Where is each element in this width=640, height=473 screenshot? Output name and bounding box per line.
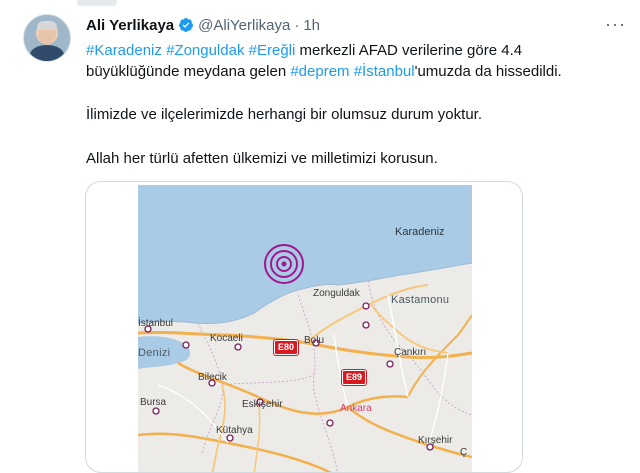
map-label-kirsehir: Kırşehir xyxy=(418,435,453,446)
separator-dot: · xyxy=(294,16,300,34)
hashtag-eregli[interactable]: #Ereğli xyxy=(249,42,296,59)
hashtag-zonguldak[interactable]: #Zonguldak xyxy=(166,42,244,59)
tweet-text-segment: merkezli AFAD verilerine göre 4.4 xyxy=(295,42,523,59)
tweet-header: Ali Yerlikaya @AliYerlikaya · 1h xyxy=(86,14,320,36)
verified-badge-icon xyxy=(179,18,194,32)
hashtag-istanbul[interactable]: #İstanbul xyxy=(354,63,415,80)
author-handle[interactable]: @AliYerlikaya xyxy=(198,17,290,34)
map-label-eskisehir: Eskişehir xyxy=(242,399,283,410)
road-shield-e89: E89 xyxy=(342,370,367,385)
author-name[interactable]: Ali Yerlikaya xyxy=(86,17,174,34)
map-label-cankiri: Çankırı xyxy=(394,347,427,358)
tweet-text-segment: büyüklüğünde meydana gelen xyxy=(86,63,291,80)
map-label-partial: Ç xyxy=(460,447,468,458)
map-label-kocaeli: Kocaeli xyxy=(210,333,243,344)
map-label-bilecik: Bilecik xyxy=(198,372,227,383)
hashtag-karadeniz[interactable]: #Karadeniz xyxy=(86,42,162,59)
avatar-shirt xyxy=(30,45,64,61)
tweet-line-4: Allah her türlü afetten ülkemizi ve mill… xyxy=(86,150,438,167)
map-label-kastamonu: Kastamonu xyxy=(391,294,450,306)
avatar-hair xyxy=(37,21,57,30)
tweet-line-1: #Karadeniz #Zonguldak #Ereğli merkezli A… xyxy=(86,40,616,61)
map-label-kutahya: Kütahya xyxy=(216,425,253,436)
map-label-bursa: Bursa xyxy=(140,397,167,408)
road-shield-e80: E80 xyxy=(274,340,299,355)
earthquake-map-image[interactable]: Karadeniz Zonguldak Kastamonu İstanbul K… xyxy=(138,185,472,472)
avatar[interactable] xyxy=(23,14,71,62)
tweet-line-2: büyüklüğünde meydana gelen #deprem #İsta… xyxy=(86,61,616,82)
more-options-icon[interactable]: ··· xyxy=(605,14,626,35)
map-label-karadeniz: Karadeniz xyxy=(395,226,445,238)
hashtag-deprem[interactable]: #deprem xyxy=(290,63,349,80)
media-card[interactable]: Karadeniz Zonguldak Kastamonu İstanbul K… xyxy=(85,181,523,473)
tweet-line-3: İlimizde ve ilçelerimizde herhangi bir o… xyxy=(86,106,482,123)
top-tab-indicator xyxy=(77,0,117,6)
map-label-denizi: Denizi xyxy=(138,347,171,359)
map-label-ankara: Ankara xyxy=(340,403,372,414)
map-label-istanbul: İstanbul xyxy=(138,318,174,329)
tweet-text-segment: 'umuzda da hissedildi. xyxy=(414,63,562,80)
map-label-zonguldak: Zonguldak xyxy=(313,288,360,299)
tweet-time[interactable]: 1h xyxy=(303,17,320,34)
map-label-bolu: Bolu xyxy=(304,335,325,346)
